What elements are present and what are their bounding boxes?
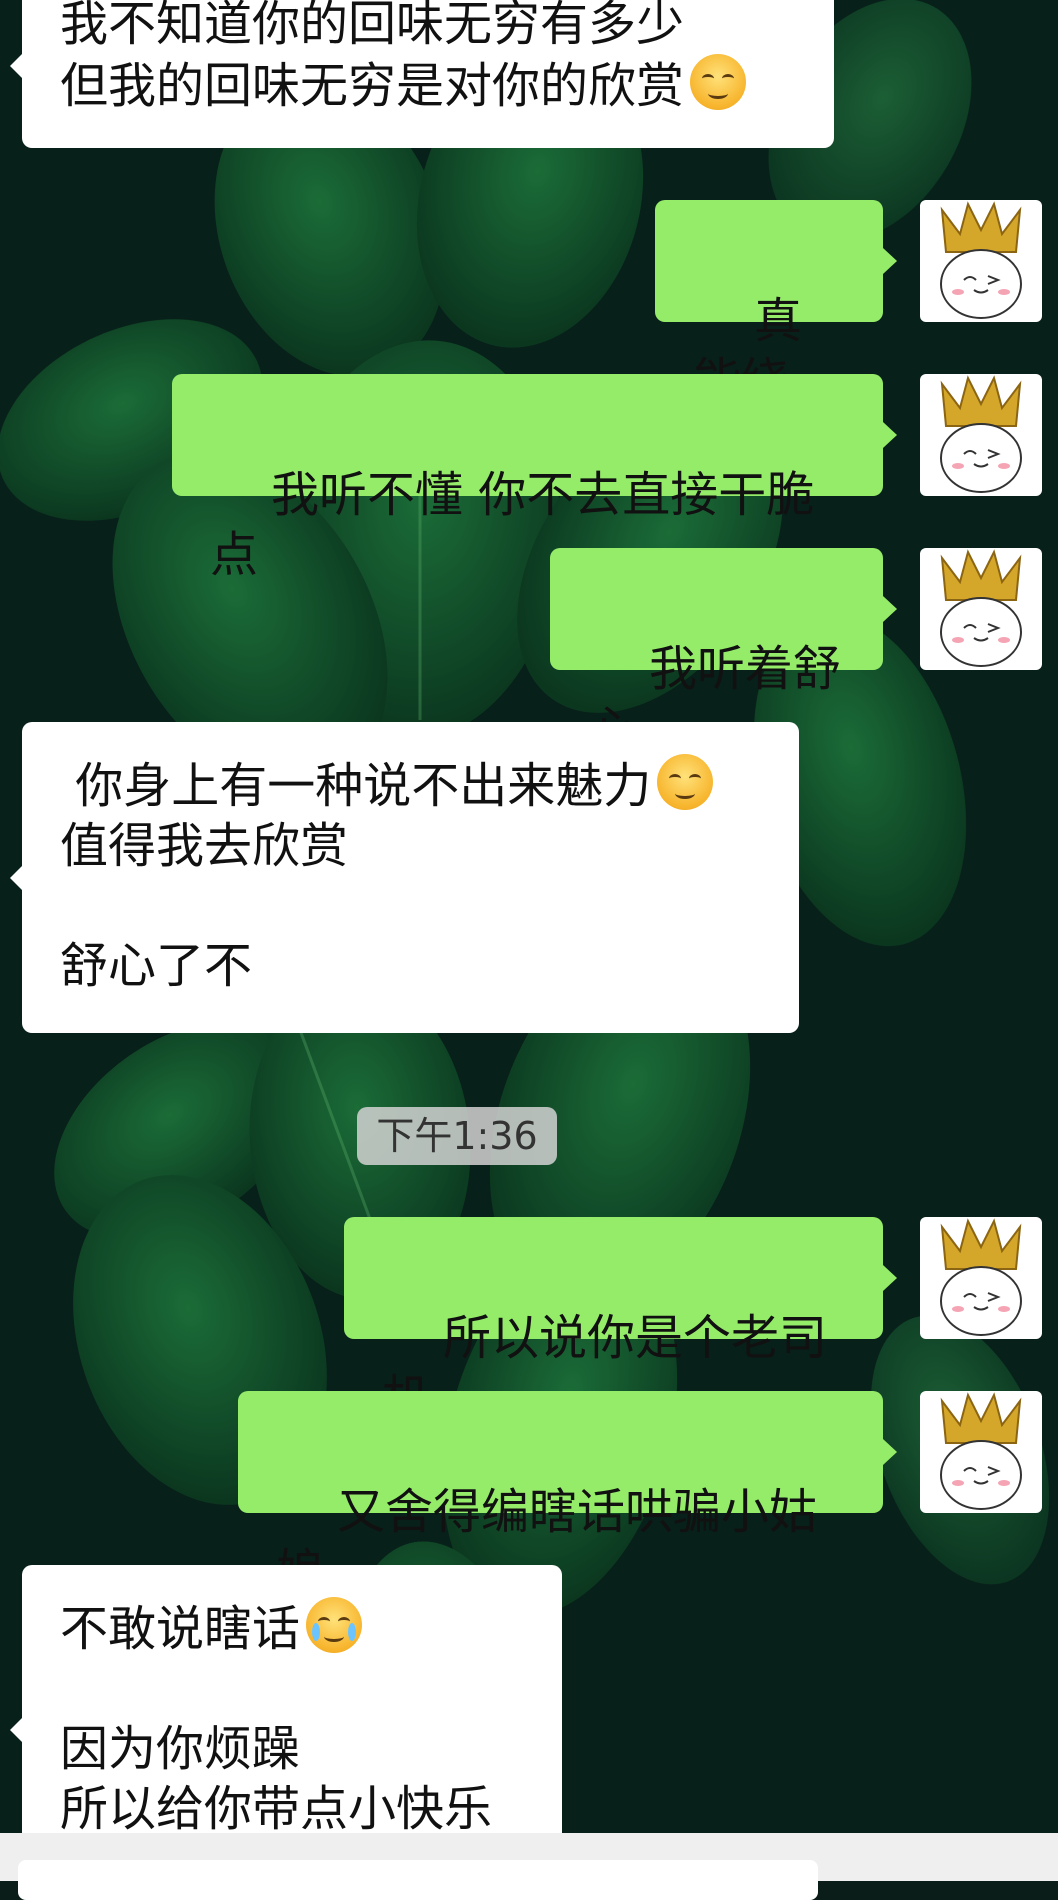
crown-bun-avatar[interactable]: [920, 1217, 1042, 1339]
message-bubble-incoming[interactable]: 我不知道你的回味无穷有多少 但我的回味无穷是对你的欣赏: [10, 0, 834, 148]
message-bubble-outgoing[interactable]: 所以说你是个老司机: [344, 1217, 897, 1426]
message-line: 因为你烦躁: [60, 1721, 301, 1777]
message-bubble-incoming[interactable]: 你身上有一种说不出来魅力 值得我去欣赏 舒心了不: [10, 722, 799, 1033]
message-line: 但我的回味无穷是对你的欣赏: [60, 58, 685, 114]
timestamp-label: 下午1:36: [357, 1107, 557, 1165]
crown-bun-avatar[interactable]: [920, 1391, 1042, 1513]
message-line: 不敢说瞎话: [60, 1601, 301, 1657]
chat-area: 我不知道你的回味无穷有多少 但我的回味无穷是对你的欣赏 真能绕 我听不懂 你不去…: [0, 0, 1058, 1895]
crown-bun-icon: [940, 549, 1022, 667]
crown-bun-icon: [940, 201, 1022, 319]
message-line: 舒心了不: [60, 938, 253, 994]
smirk-emoji: [690, 54, 747, 110]
message-line: 所以给你带点小快乐: [60, 1781, 493, 1837]
crown-bun-avatar[interactable]: [920, 374, 1042, 496]
message-line: 值得我去欣赏: [60, 818, 349, 874]
message-line: 我不知道你的回味无穷有多少: [60, 0, 685, 52]
crown-bun-icon: [940, 375, 1022, 493]
laugh-cry-emoji: [306, 1597, 363, 1653]
crown-bun-icon: [940, 1218, 1022, 1336]
message-bubble-outgoing[interactable]: 真能绕: [655, 200, 897, 409]
message-bubble-outgoing[interactable]: 又舍得编瞎话哄骗小姑娘: [238, 1391, 897, 1600]
message-bubble-outgoing[interactable]: 我听着舒心: [550, 548, 897, 757]
crown-bun-icon: [940, 1392, 1022, 1510]
message-line: 你身上有一种说不出来魅力: [60, 758, 652, 814]
smirk-emoji: [657, 754, 714, 810]
crown-bun-avatar[interactable]: [920, 548, 1042, 670]
crown-bun-avatar[interactable]: [920, 200, 1042, 322]
message-input[interactable]: [18, 1860, 818, 1900]
message-bubble-outgoing[interactable]: 我听不懂 你不去直接干脆点: [172, 374, 897, 583]
